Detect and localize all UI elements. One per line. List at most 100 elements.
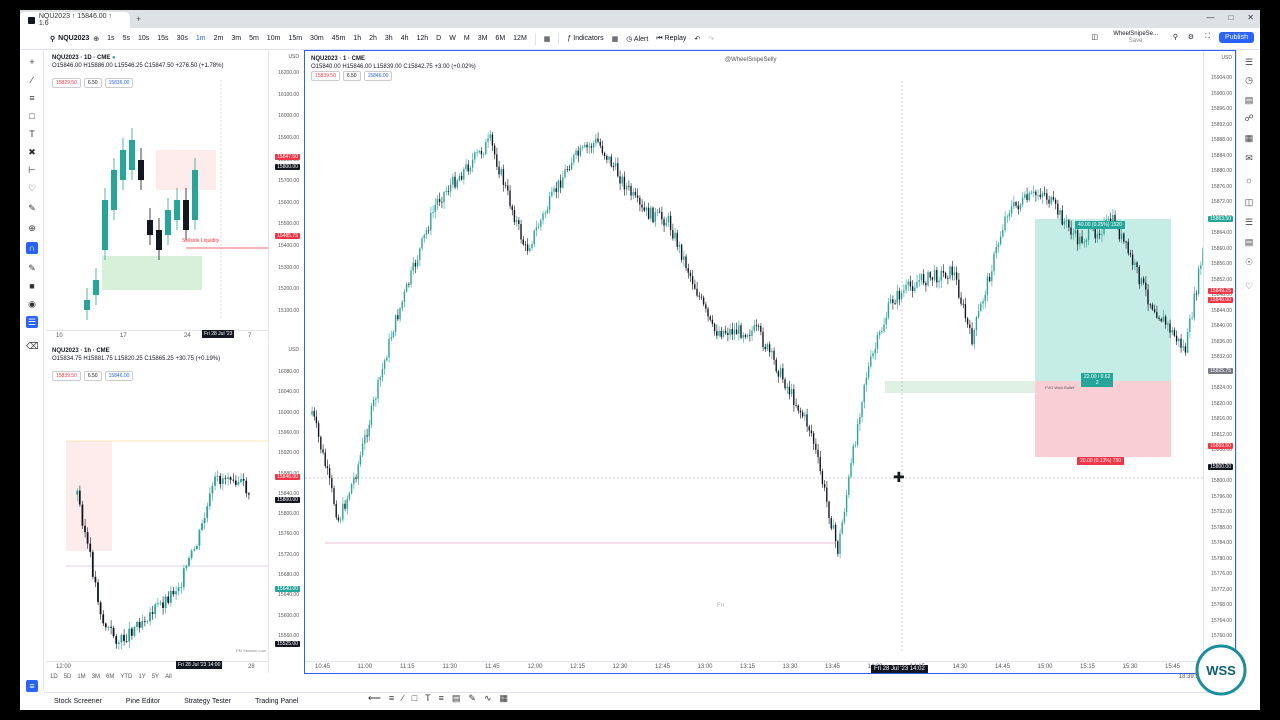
- alerts-clock-icon[interactable]: ◷: [1243, 74, 1255, 86]
- minimize-button[interactable]: —: [1206, 13, 1214, 22]
- pen-icon[interactable]: ∕: [402, 693, 404, 704]
- price-axis-daily[interactable]: USD 16200.00 16100.00 16000.00 15900.00 1580…: [268, 50, 302, 342]
- quick-search-icon[interactable]: ⚲: [1169, 33, 1182, 41]
- crosshair-cursor-icon[interactable]: +: [26, 56, 38, 68]
- fib-icon[interactable]: ≡: [439, 693, 444, 704]
- range-3M[interactable]: 3M: [92, 674, 100, 680]
- layout-icon[interactable]: ◫: [1087, 33, 1102, 41]
- replay-button[interactable]: ⏮ Replay: [652, 35, 690, 43]
- interval-M[interactable]: M: [460, 35, 474, 42]
- maximize-button[interactable]: □: [1228, 13, 1233, 22]
- hide-toolbar-icon[interactable]: ≡: [26, 680, 38, 692]
- range-1D[interactable]: 1D: [50, 674, 58, 680]
- time-axis-main[interactable]: 10:45 11:00 11:15 11:30 11:45 12:00 12:15 12:30…: [305, 661, 1205, 673]
- trash-delete-icon[interactable]: ⌫: [26, 340, 39, 352]
- interval-2m[interactable]: 2m: [210, 35, 228, 42]
- interval-12h[interactable]: 12h: [412, 35, 432, 42]
- range-5Y[interactable]: 5Y: [152, 674, 159, 680]
- interval-1s[interactable]: 1s: [103, 35, 118, 42]
- interval-1h[interactable]: 1h: [349, 35, 365, 42]
- publish-button[interactable]: Publish: [1219, 32, 1254, 43]
- fib-retracement-icon[interactable]: ≡: [26, 92, 38, 104]
- browser-tab[interactable]: NQU2023 ↑ 15846.00 ↑ 1.6: [20, 12, 130, 28]
- tab-trading-panel[interactable]: Trading Panel: [255, 698, 298, 705]
- object-tree-icon[interactable]: ☰: [26, 316, 38, 328]
- arrow-left-icon[interactable]: ⟵: [368, 693, 381, 704]
- range-All[interactable]: All: [165, 674, 172, 680]
- text-tool-icon[interactable]: T: [26, 128, 38, 140]
- chart-pane-daily[interactable]: NQU2023 · 1D · CME ● O15846.00 H15886.00…: [46, 50, 302, 342]
- interval-15m[interactable]: 15m: [284, 35, 306, 42]
- brush-icon[interactable]: ✎: [468, 693, 476, 704]
- table-icon[interactable]: ▤: [452, 693, 461, 704]
- interval-12M[interactable]: 12M: [509, 35, 531, 42]
- range-5D[interactable]: 5D: [64, 674, 72, 680]
- dom-depth-icon[interactable]: ▤: [1243, 236, 1255, 248]
- watchlist-icon[interactable]: ☰: [1243, 56, 1255, 68]
- prediction-icon[interactable]: ⊢: [26, 164, 38, 176]
- fullscreen-icon[interactable]: ⛶: [1201, 33, 1214, 41]
- chart-pane-main[interactable]: NQU2023 · 1 · CME O15840.00 H15846.00 L1…: [304, 50, 1236, 674]
- interval-4h[interactable]: 4h: [397, 35, 413, 42]
- range-6M[interactable]: 6M: [106, 674, 114, 680]
- chat-bubble-icon[interactable]: ✉: [1243, 152, 1255, 164]
- data-window-icon[interactable]: ▤: [1243, 94, 1255, 106]
- settings-gear-icon[interactable]: ⚙: [1184, 33, 1198, 41]
- interval-2h[interactable]: 2h: [365, 35, 381, 42]
- interval-6M[interactable]: 6M: [491, 35, 509, 42]
- interval-3h[interactable]: 3h: [381, 35, 397, 42]
- trend-line-icon[interactable]: ∕: [26, 74, 38, 86]
- range-1Y[interactable]: 1Y: [138, 674, 145, 680]
- grid-icon[interactable]: ▦: [500, 693, 509, 704]
- tab-stock-screener[interactable]: Stock Screener: [54, 698, 102, 705]
- templates-icon[interactable]: ▦: [608, 35, 623, 43]
- interval-30m[interactable]: 30m: [306, 35, 328, 42]
- chart-pane-hourly[interactable]: NQU2023 · 1h · CME O15834.75 H15881.75 L…: [46, 343, 302, 673]
- interval-3m[interactable]: 3m: [227, 35, 245, 42]
- text-icon[interactable]: T: [425, 693, 431, 704]
- tab-pine-editor[interactable]: Pine Editor: [126, 698, 160, 705]
- time-axis-hourly[interactable]: 12:00 28: [46, 661, 268, 673]
- ideas-lightbulb-icon[interactable]: ☼: [1243, 174, 1255, 186]
- heart-favorites-icon[interactable]: ♡: [26, 182, 38, 194]
- account-menu[interactable]: WheelSnipeSe... Save: [1113, 31, 1158, 45]
- alert-button[interactable]: ◷ Alert: [622, 35, 652, 43]
- magnet-icon[interactable]: ∩: [26, 242, 38, 254]
- lines-icon[interactable]: ≡: [389, 693, 394, 704]
- eye-visibility-icon[interactable]: ◉: [26, 298, 38, 310]
- indicators-button[interactable]: ƒ Indicators: [563, 35, 607, 42]
- interval-10m[interactable]: 10m: [263, 35, 285, 42]
- interval-15s[interactable]: 15s: [153, 35, 172, 42]
- broadcast-icon[interactable]: ☉: [1243, 256, 1255, 268]
- interval-1m[interactable]: 1m: [192, 35, 210, 42]
- interval-5m[interactable]: 5m: [245, 35, 263, 42]
- interval-30s[interactable]: 30s: [173, 35, 192, 42]
- hotlist-icon[interactable]: ☍: [1243, 112, 1255, 124]
- rectangle-icon[interactable]: □: [412, 693, 417, 704]
- interval-45m[interactable]: 45m: [328, 35, 350, 42]
- compare-add-icon[interactable]: ⊕: [89, 35, 103, 43]
- streams-icon[interactable]: ◫: [1243, 196, 1255, 208]
- stay-in-drawing-icon[interactable]: ✎: [26, 262, 38, 274]
- time-axis-daily[interactable]: 10 17 24 7: [46, 330, 268, 342]
- interval-10s[interactable]: 10s: [134, 35, 153, 42]
- interval-3M[interactable]: 3M: [474, 35, 492, 42]
- redo-icon[interactable]: ↷: [704, 35, 718, 43]
- price-axis-main[interactable]: USD 15904.00 15900.00 15896.00 15892.00 1588…: [1203, 51, 1235, 673]
- lock-icon[interactable]: ■: [26, 280, 38, 292]
- symbol-search-button[interactable]: ⚲ NQU2023: [50, 35, 89, 43]
- notes-icon[interactable]: ☰: [1243, 216, 1255, 228]
- tab-strategy-tester[interactable]: Strategy Tester: [184, 698, 231, 705]
- calendar-icon[interactable]: ▦: [1243, 132, 1255, 144]
- zoom-in-icon[interactable]: ⊕: [26, 222, 38, 234]
- interval-W[interactable]: W: [445, 35, 460, 42]
- range-YTD[interactable]: YTD: [120, 674, 132, 680]
- range-1M[interactable]: 1M: [77, 674, 85, 680]
- undo-icon[interactable]: ↶: [690, 35, 704, 43]
- new-tab-button[interactable]: +: [136, 14, 141, 24]
- interval-5s[interactable]: 5s: [119, 35, 134, 42]
- price-axis-hourly[interactable]: USD 16080.00 16040.00 16000.00 15960.00 1592…: [268, 343, 302, 673]
- ruler-measure-icon[interactable]: ✎: [26, 202, 38, 214]
- interval-D[interactable]: D: [432, 35, 445, 42]
- pattern-icon[interactable]: ✖: [26, 146, 38, 158]
